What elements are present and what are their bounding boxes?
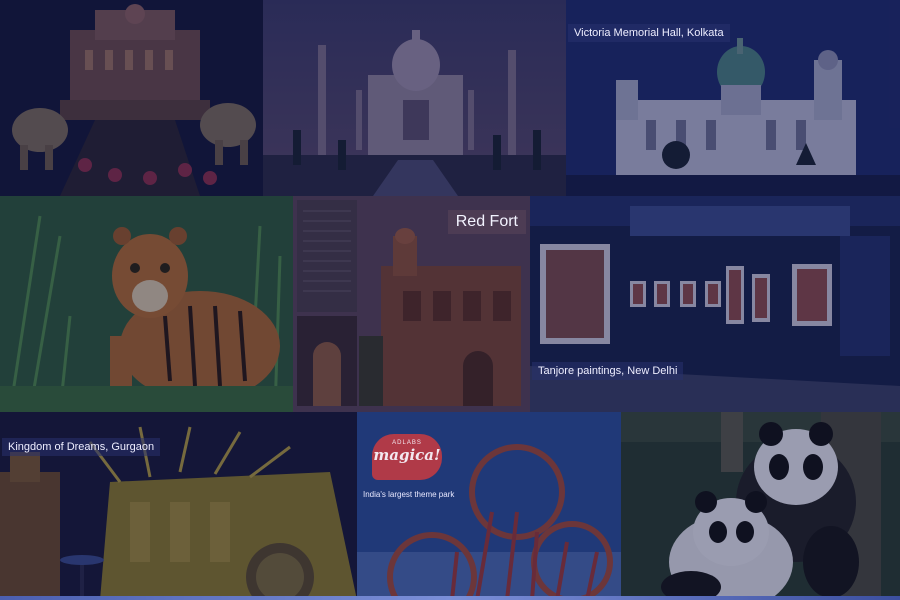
bottom-strip xyxy=(0,596,900,600)
tile-pandas[interactable] xyxy=(621,412,900,600)
tile-tanjore-gallery[interactable]: Tanjore paintings, New Delhi xyxy=(530,196,900,412)
caption-kingdom-of-dreams: Kingdom of Dreams, Gurgaon xyxy=(2,438,161,456)
tile-red-fort[interactable]: Red Fort xyxy=(293,196,530,412)
imagica-logo: ADLABS magica! xyxy=(372,434,442,480)
tile-taj-mahal[interactable] xyxy=(263,0,566,196)
tile-kingdom-palace[interactable] xyxy=(0,0,263,196)
caption-victoria-memorial: Victoria Memorial Hall, Kolkata xyxy=(568,24,730,42)
imagica-logo-small-text: ADLABS xyxy=(392,440,422,446)
palace-image xyxy=(0,0,263,196)
pandas-image xyxy=(621,412,900,600)
caption-red-fort: Red Fort xyxy=(447,210,526,234)
tiger-image xyxy=(0,196,293,412)
taj-mahal-image xyxy=(263,0,566,196)
imagica-logo-text: magica! xyxy=(373,446,441,464)
tile-kingdom-of-dreams[interactable]: Kingdom of Dreams, Gurgaon xyxy=(0,412,357,600)
imagica-tagline: India's largest theme park xyxy=(363,490,455,499)
tile-tiger[interactable] xyxy=(0,196,293,412)
tile-adlabs-imagica[interactable]: ADLABS magica! India's largest theme par… xyxy=(357,412,621,600)
caption-tanjore: Tanjore paintings, New Delhi xyxy=(532,362,684,380)
tile-victoria-memorial[interactable]: Victoria Memorial Hall, Kolkata xyxy=(566,0,900,196)
